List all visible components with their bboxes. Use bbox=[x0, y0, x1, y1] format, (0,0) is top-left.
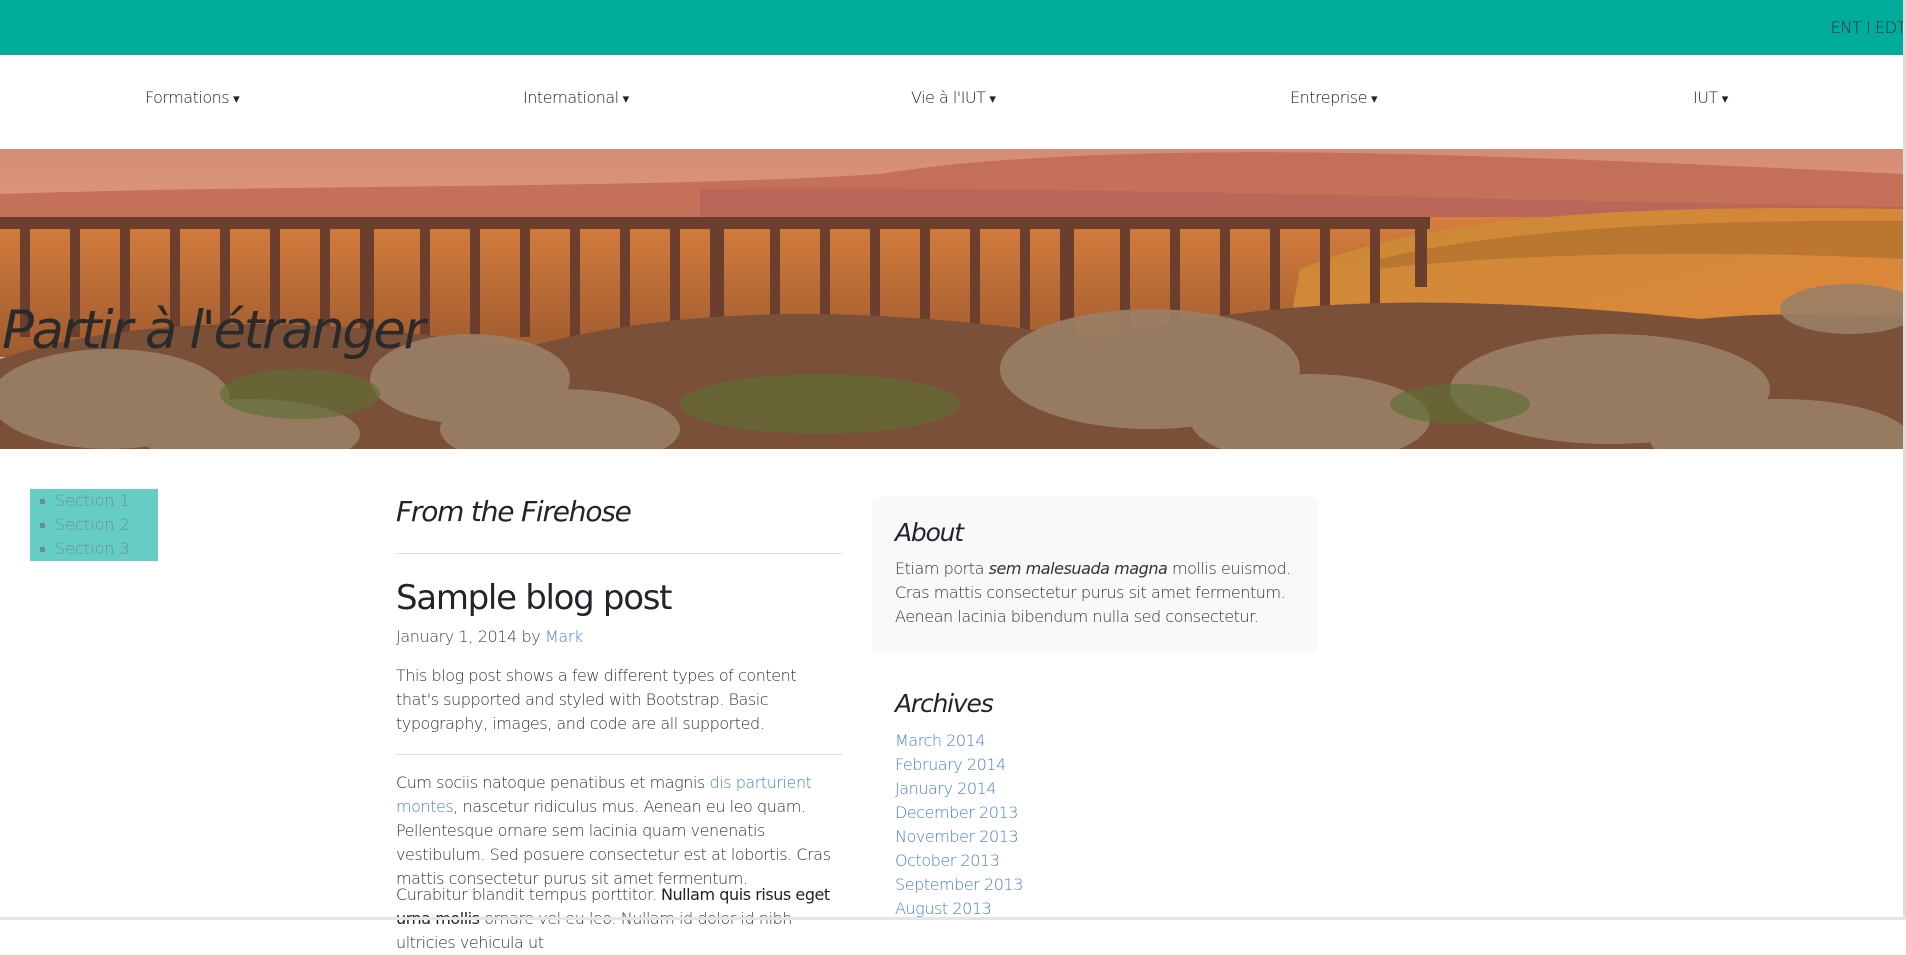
top-bar: ENT I EDT bbox=[0, 0, 1906, 55]
archive-link-december-2013[interactable]: December 2013 bbox=[895, 803, 1018, 822]
archives-list: March 2014 February 2014 January 2014 De… bbox=[895, 729, 1023, 921]
section-link-2[interactable]: Section 2 bbox=[30, 513, 158, 537]
ent-link[interactable]: ENT bbox=[1831, 18, 1862, 37]
list-item: February 2014 bbox=[895, 753, 1023, 777]
chevron-down-icon: ▾ bbox=[1370, 92, 1378, 107]
chevron-down-icon: ▾ bbox=[989, 92, 996, 107]
nav-entreprise-label: Entreprise bbox=[1290, 88, 1367, 107]
section-link-1[interactable]: Section 1 bbox=[30, 489, 158, 513]
list-item: December 2013 bbox=[895, 801, 1023, 825]
chevron-down-icon: ▾ bbox=[233, 92, 240, 107]
page-title: Partir à l'étranger bbox=[2, 300, 425, 361]
about-title: About bbox=[895, 518, 964, 547]
nav-formations-label: Formations bbox=[145, 88, 230, 107]
list-item: January 2014 bbox=[895, 777, 1023, 801]
post-date: January 1, 2014 bbox=[396, 627, 517, 646]
chevron-down-icon: ▾ bbox=[622, 92, 630, 107]
list-item: March 2014 bbox=[895, 729, 1023, 753]
chevron-down-icon: ▾ bbox=[1721, 92, 1729, 107]
divider bbox=[396, 553, 842, 554]
edt-link[interactable]: EDT bbox=[1875, 18, 1906, 37]
post-title: Sample blog post bbox=[396, 578, 672, 618]
section-link-3[interactable]: Section 3 bbox=[30, 537, 158, 561]
nav-vie-iut[interactable]: Vie à l'IUT ▾ bbox=[911, 88, 996, 107]
main-heading: From the Firehose bbox=[396, 495, 632, 528]
post-by: by bbox=[521, 627, 541, 646]
main-navigation: Formations ▾ International ▾ Vie à l'IUT ▾ … bbox=[0, 55, 1906, 149]
archives-title: Archives bbox=[895, 689, 994, 718]
post-paragraph-text: Cum sociis natoque penatibus et magnis bbox=[396, 773, 710, 792]
list-item: November 2013 bbox=[895, 825, 1023, 849]
about-text-part: Etiam porta bbox=[895, 559, 989, 578]
archive-link-september-2013[interactable]: September 2013 bbox=[895, 875, 1023, 894]
section-nav: Section 1 Section 2 Section 3 bbox=[30, 489, 158, 561]
divider bbox=[396, 754, 842, 755]
list-item: October 2013 bbox=[895, 849, 1023, 873]
post-author-link[interactable]: Mark bbox=[545, 627, 583, 646]
archive-link-march-2014[interactable]: March 2014 bbox=[895, 731, 986, 750]
nav-iut[interactable]: IUT ▾ bbox=[1693, 88, 1728, 107]
nav-iut-label: IUT bbox=[1693, 88, 1718, 107]
post-paragraph-text: , nascetur ridiculus mus. Aenean eu leo … bbox=[396, 797, 831, 888]
post-intro: This blog post shows a few different typ… bbox=[396, 666, 797, 733]
about-text-emphasis: sem malesuada magna bbox=[988, 559, 1168, 578]
hero-banner: Partir à l'étranger bbox=[0, 149, 1903, 449]
archive-link-august-2013[interactable]: August 2013 bbox=[895, 899, 992, 918]
archive-link-january-2014[interactable]: January 2014 bbox=[895, 779, 997, 798]
utility-separator: I bbox=[1865, 18, 1871, 37]
list-item: September 2013 bbox=[895, 873, 1023, 897]
utility-links: ENT I EDT bbox=[1831, 18, 1906, 37]
post-meta: January 1, 2014 by Mark bbox=[396, 627, 583, 646]
post-paragraph-text: Curabitur blandit tempus porttitor. bbox=[396, 885, 661, 904]
archive-link-november-2013[interactable]: November 2013 bbox=[895, 827, 1019, 846]
nav-international-label: International bbox=[523, 88, 619, 107]
nav-international[interactable]: International ▾ bbox=[523, 88, 629, 107]
archive-link-february-2014[interactable]: February 2014 bbox=[895, 755, 1006, 774]
nav-entreprise[interactable]: Entreprise ▾ bbox=[1290, 88, 1377, 107]
post-paragraph: Cum sociis natoque penatibus et magnis d… bbox=[396, 771, 842, 891]
about-text: Etiam porta sem malesuada magna mollis e… bbox=[895, 557, 1295, 629]
nav-formations[interactable]: Formations ▾ bbox=[145, 88, 240, 107]
nav-vie-iut-label: Vie à l'IUT bbox=[911, 88, 986, 107]
archive-link-october-2013[interactable]: October 2013 bbox=[895, 851, 1000, 870]
